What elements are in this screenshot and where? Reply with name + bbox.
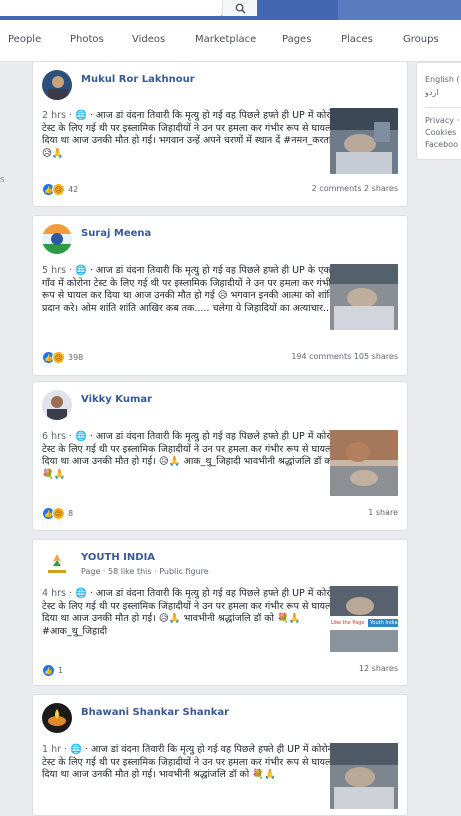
- avatar[interactable]: [42, 224, 72, 254]
- post-card: YOUTH INDIA Page · 58 like this · Public…: [32, 539, 408, 686]
- divider: [425, 107, 461, 108]
- globe-icon: 🌐: [75, 110, 87, 121]
- post-body: आज डां वंदना तिवारी कि मृत्यु हो गई वह प…: [42, 265, 342, 314]
- left-column-fragment: s: [0, 175, 5, 185]
- post-card: Mukul Ror Lakhnour 2 hrs · 🌐 · आज डां वं…: [32, 61, 408, 207]
- reaction-count: 1: [58, 666, 64, 675]
- reactions[interactable]: 👍 ☹ 8: [42, 507, 73, 520]
- tab-photos[interactable]: Photos: [70, 34, 104, 45]
- reactions[interactable]: 👍 1: [42, 664, 63, 677]
- post-body: आज डां वंदना तिवारी कि मृत्यु हो गई वह प…: [42, 110, 346, 159]
- post-stats[interactable]: 12 shares: [359, 664, 398, 673]
- avatar[interactable]: [42, 703, 72, 733]
- facebook-link[interactable]: Faceboo: [425, 140, 458, 149]
- post-image[interactable]: Like the Page Youth India: [330, 586, 398, 652]
- post-text: 1 hr · 🌐 · आज डां वंदना तिवारी कि मृत्यु…: [42, 744, 346, 781]
- reaction-count: 42: [68, 185, 79, 194]
- top-bar-right: [338, 0, 461, 20]
- post-time[interactable]: 5 hrs ·: [42, 265, 72, 276]
- tab-marketplace[interactable]: Marketplace: [195, 34, 256, 45]
- tab-places[interactable]: Places: [341, 34, 373, 45]
- cookies-link[interactable]: Cookies: [425, 128, 456, 137]
- post-card: Bhawani Shankar Shankar 1 hr · 🌐 · आज डा…: [32, 694, 408, 816]
- post-time[interactable]: 1 hr ·: [42, 744, 67, 755]
- sad-reaction-icon: ☹: [52, 351, 65, 364]
- search-filter-bar: People Photos Videos Marketplace Pages P…: [0, 20, 461, 62]
- post-body: आज डां वंदना तिवारी कि मृत्यु हो गई वह प…: [42, 744, 346, 781]
- post-text: 4 hrs · 🌐 · आज डां वंदना तिवारी कि मृत्य…: [42, 588, 346, 637]
- tab-people[interactable]: People: [8, 34, 41, 45]
- tab-pages[interactable]: Pages: [282, 34, 311, 45]
- reactions[interactable]: 👍 ☹ 42: [42, 183, 78, 196]
- post-author[interactable]: Vikky Kumar: [81, 394, 152, 405]
- post-body: आज डां वंदना तिवारी कि मृत्यु हो गई वह प…: [42, 431, 346, 480]
- tab-groups[interactable]: Groups: [403, 34, 439, 45]
- avatar[interactable]: [42, 390, 72, 420]
- sad-reaction-icon: ☹: [52, 183, 65, 196]
- thumb-caption: Youth India: [368, 619, 398, 627]
- post-author[interactable]: YOUTH INDIA: [81, 552, 155, 563]
- page-info: Page · 58 like this · Public figure: [81, 567, 209, 576]
- reactions[interactable]: 👍 ☹ 398: [42, 351, 83, 364]
- globe-icon: 🌐: [75, 265, 87, 276]
- post-author[interactable]: Suraj Meena: [81, 228, 151, 239]
- reaction-count: 8: [68, 509, 74, 518]
- search-button[interactable]: [222, 0, 257, 16]
- post-stats[interactable]: 194 comments 105 shares: [291, 352, 398, 361]
- globe-icon: 🌐: [75, 588, 87, 599]
- post-author[interactable]: Bhawani Shankar Shankar: [81, 707, 229, 718]
- post-text: 5 hrs · 🌐 · आज डां वंदना तिवारी कि मृत्य…: [42, 265, 342, 314]
- sad-reaction-icon: ☹: [52, 507, 65, 520]
- like-reaction-icon: 👍: [42, 664, 55, 677]
- post-image[interactable]: [330, 108, 398, 174]
- language-link-urdu[interactable]: اردو: [425, 88, 439, 97]
- post-time[interactable]: 6 hrs ·: [42, 431, 72, 442]
- post-time[interactable]: 4 hrs ·: [42, 588, 72, 599]
- post-card: Vikky Kumar 6 hrs · 🌐 · आज डां वंदना तिव…: [32, 381, 408, 531]
- post-stats[interactable]: 2 comments 2 shares: [312, 184, 398, 193]
- avatar[interactable]: [42, 70, 72, 100]
- reaction-count: 398: [68, 353, 84, 362]
- globe-icon: 🌐: [70, 744, 82, 755]
- right-sidebar: English ( اردو Privacy · Cookies Faceboo: [416, 62, 461, 160]
- post-text: 6 hrs · 🌐 · आज डां वंदना तिवारी कि मृत्य…: [42, 431, 346, 480]
- language-link[interactable]: English (: [425, 75, 460, 84]
- post-image[interactable]: [330, 264, 398, 330]
- search-input[interactable]: [0, 0, 222, 16]
- post-body: आज डां वंदना तिवारी कि मृत्यु हो गई वह प…: [42, 588, 346, 637]
- post-card: Suraj Meena 5 hrs · 🌐 · आज डां वंदना तिव…: [32, 215, 408, 376]
- post-image[interactable]: [330, 743, 398, 809]
- post-text: 2 hrs · 🌐 · आज डां वंदना तिवारी कि मृत्य…: [42, 110, 346, 159]
- search-icon: [235, 3, 246, 14]
- post-stats[interactable]: 1 share: [368, 508, 398, 517]
- tab-videos[interactable]: Videos: [132, 34, 165, 45]
- post-time[interactable]: 2 hrs ·: [42, 110, 72, 121]
- privacy-link[interactable]: Privacy ·: [425, 116, 459, 125]
- globe-icon: 🌐: [75, 431, 87, 442]
- thumb-caption: Like the Page: [331, 620, 365, 626]
- avatar[interactable]: [42, 548, 72, 578]
- post-author[interactable]: Mukul Ror Lakhnour: [81, 74, 195, 85]
- post-image[interactable]: [330, 430, 398, 496]
